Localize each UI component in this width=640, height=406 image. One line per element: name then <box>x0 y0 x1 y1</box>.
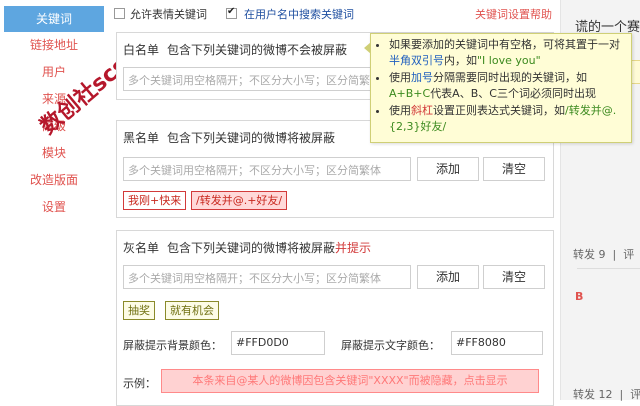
tooltip-text: 加号 <box>411 71 433 84</box>
sidebar: 关键词 链接地址 用户 来源 高级 模块 改造版面 设置 <box>0 0 108 400</box>
search-username-label[interactable]: 在用户名中搜索关键词 <box>244 6 354 22</box>
whitelist-desc: 包含下列关键词的微博不会被屏蔽 <box>167 43 348 57</box>
example-hidden-notice[interactable]: 本条来自@某人的微博因包含关键词"XXXX"而被隐藏，点击显示 <box>161 369 539 393</box>
sidebar-item-keywords[interactable]: 关键词 <box>4 6 104 32</box>
example-label: 示例： <box>123 377 156 390</box>
bg-color-input[interactable]: #FFD0D0 <box>231 331 325 355</box>
bg-color-label: 屏蔽提示背景颜色： <box>123 339 222 352</box>
keyword-help-link[interactable]: 关键词设置帮助 <box>475 6 552 22</box>
topbar: 允许表情关键词 在用户名中搜索关键词 关键词设置帮助 <box>108 0 560 28</box>
sidebar-item-links[interactable]: 链接地址 <box>0 32 108 59</box>
tooltip-text: "I love you" <box>477 54 541 67</box>
tooltip-text: 内，如 <box>444 54 477 67</box>
bg-divider <box>577 268 640 269</box>
sidebar-item-advanced[interactable]: 高级 <box>0 113 108 140</box>
tooltip-item: 使用加号分隔需要同时出现的关键词，如A+B+C代表A、B、C三个词必须同时出现 <box>389 70 625 102</box>
allow-emoticon-label[interactable]: 允许表情关键词 <box>130 6 207 22</box>
help-tooltip: 如果要添加的关键词中有空格，可将其置于一对半角双引号内，如"I love you… <box>364 33 632 143</box>
tooltip-text: 如果要添加的关键词中有空格，可将其置于一对 <box>389 38 620 51</box>
tooltip-arrow <box>364 42 371 54</box>
tooltip-text: 设置正则表达式关键词，如 <box>433 104 565 117</box>
tooltip-text: 使用 <box>389 104 411 117</box>
blacklist-input[interactable]: 多个关键词用空格隔开；不区分大小写；区分简繁体 <box>123 157 411 181</box>
blacklist-title: 黑名单 <box>123 131 160 145</box>
allow-emoticon-checkbox[interactable] <box>114 8 125 19</box>
text-color-input[interactable]: #FF8080 <box>451 331 543 355</box>
tooltip-item: 使用斜杠设置正则表达式关键词，如/转发并@.{2,3}好友/ <box>389 103 625 135</box>
blacklist-clear-button[interactable]: 清空 <box>483 157 545 181</box>
tooltip-text: 分隔需要同时出现的关键词，如 <box>433 71 587 84</box>
sidebar-item-settings[interactable]: 设置 <box>0 194 108 221</box>
tooltip-text: 斜杠 <box>411 104 433 117</box>
blacklist-heading: 黑名单 包含下列关键词的微博将被屏蔽 <box>123 129 335 146</box>
sidebar-item-users[interactable]: 用户 <box>0 59 108 86</box>
graylist-add-button[interactable]: 添加 <box>417 265 479 289</box>
graylist-input[interactable]: 多个关键词用空格隔开；不区分大小写；区分简繁体 <box>123 265 411 289</box>
blacklist-desc: 包含下列关键词的微博将被屏蔽 <box>167 131 336 145</box>
graylist-desc: 包含下列关键词的微博将被屏蔽 <box>167 241 336 255</box>
tooltip-text: 半角双引号 <box>389 54 444 67</box>
blacklist-tag[interactable]: /转发并@.+好友/ <box>191 191 288 210</box>
tooltip-text: A+B+C <box>389 87 431 100</box>
sidebar-item-source[interactable]: 来源 <box>0 86 108 113</box>
whitelist-title: 白名单 <box>123 43 160 57</box>
tooltip-list: 如果要添加的关键词中有空格，可将其置于一对半角双引号内，如"I love you… <box>379 37 625 135</box>
graylist-tag[interactable]: 就有机会 <box>165 301 219 320</box>
blacklist-add-button[interactable]: 添加 <box>417 157 479 181</box>
bg-letter: B <box>575 290 584 303</box>
tooltip-text: 代表A、B、C三个词必须同时出现 <box>430 87 596 100</box>
graylist-tag[interactable]: 抽奖 <box>123 301 155 320</box>
sidebar-item-layout[interactable]: 改造版面 <box>0 167 108 194</box>
graylist-clear-button[interactable]: 清空 <box>483 265 545 289</box>
graylist-title: 灰名单 <box>123 241 160 255</box>
graylist-desc-notice: 并提示 <box>335 241 372 255</box>
bg-repost-count[interactable]: 转发 9 | 评 <box>573 246 634 262</box>
tooltip-item: 如果要添加的关键词中有空格，可将其置于一对半角双引号内，如"I love you… <box>389 37 625 69</box>
whitelist-heading: 白名单 包含下列关键词的微博不会被屏蔽 <box>123 41 347 58</box>
text-color-label: 屏蔽提示文字颜色： <box>341 339 440 352</box>
tooltip-text: 使用 <box>389 71 411 84</box>
search-username-checkbox[interactable] <box>226 6 237 19</box>
blacklist-tag[interactable]: 我刚+快来 <box>123 191 187 210</box>
graylist-heading: 灰名单 包含下列关键词的微博将被屏蔽并提示 <box>123 239 371 256</box>
sidebar-item-modules[interactable]: 模块 <box>0 140 108 167</box>
whitelist-input[interactable]: 多个关键词用空格隔开；不区分大小写；区分简繁体 <box>123 67 411 91</box>
graylist-panel: 灰名单 包含下列关键词的微博将被屏蔽并提示 多个关键词用空格隔开；不区分大小写；区… <box>116 230 554 406</box>
